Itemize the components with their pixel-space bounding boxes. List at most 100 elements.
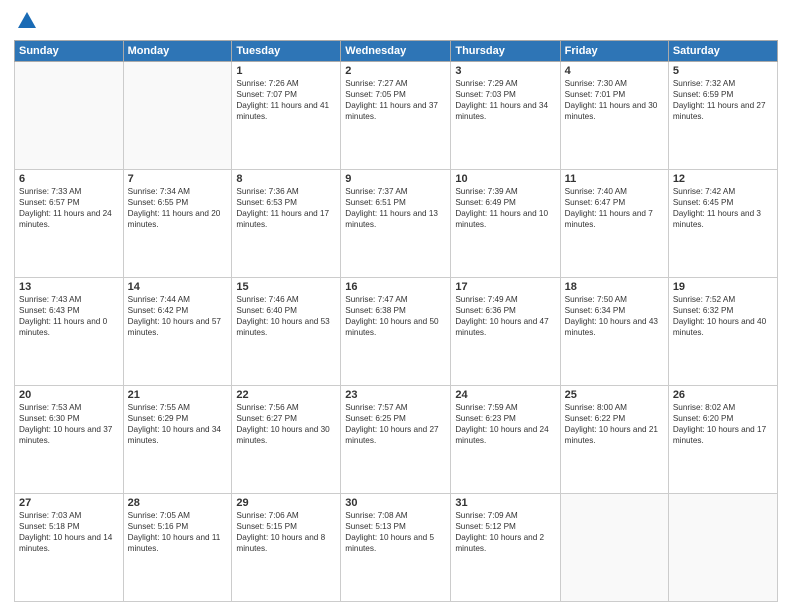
calendar-cell: 28Sunrise: 7:05 AM Sunset: 5:16 PM Dayli… — [123, 494, 232, 602]
day-info: Sunrise: 7:52 AM Sunset: 6:32 PM Dayligh… — [673, 294, 773, 338]
calendar-cell: 30Sunrise: 7:08 AM Sunset: 5:13 PM Dayli… — [341, 494, 451, 602]
day-info: Sunrise: 7:03 AM Sunset: 5:18 PM Dayligh… — [19, 510, 119, 554]
calendar-cell: 3Sunrise: 7:29 AM Sunset: 7:03 PM Daylig… — [451, 62, 560, 170]
day-info: Sunrise: 7:49 AM Sunset: 6:36 PM Dayligh… — [455, 294, 555, 338]
calendar-day-header: Sunday — [15, 41, 124, 62]
day-number: 8 — [236, 173, 336, 185]
day-info: Sunrise: 7:39 AM Sunset: 6:49 PM Dayligh… — [455, 186, 555, 230]
calendar-week-row: 6Sunrise: 7:33 AM Sunset: 6:57 PM Daylig… — [15, 170, 778, 278]
calendar-cell: 1Sunrise: 7:26 AM Sunset: 7:07 PM Daylig… — [232, 62, 341, 170]
day-number: 25 — [565, 389, 664, 401]
calendar-cell — [668, 494, 777, 602]
day-number: 6 — [19, 173, 119, 185]
day-info: Sunrise: 7:43 AM Sunset: 6:43 PM Dayligh… — [19, 294, 119, 338]
day-info: Sunrise: 7:36 AM Sunset: 6:53 PM Dayligh… — [236, 186, 336, 230]
calendar-cell: 12Sunrise: 7:42 AM Sunset: 6:45 PM Dayli… — [668, 170, 777, 278]
day-number: 31 — [455, 497, 555, 509]
day-number: 4 — [565, 65, 664, 77]
calendar-day-header: Thursday — [451, 41, 560, 62]
calendar-cell: 19Sunrise: 7:52 AM Sunset: 6:32 PM Dayli… — [668, 278, 777, 386]
day-number: 12 — [673, 173, 773, 185]
calendar-cell: 15Sunrise: 7:46 AM Sunset: 6:40 PM Dayli… — [232, 278, 341, 386]
calendar-cell — [123, 62, 232, 170]
day-number: 26 — [673, 389, 773, 401]
day-number: 18 — [565, 281, 664, 293]
calendar-cell: 13Sunrise: 7:43 AM Sunset: 6:43 PM Dayli… — [15, 278, 124, 386]
day-number: 19 — [673, 281, 773, 293]
calendar-cell — [15, 62, 124, 170]
day-number: 5 — [673, 65, 773, 77]
calendar-day-header: Tuesday — [232, 41, 341, 62]
day-info: Sunrise: 7:34 AM Sunset: 6:55 PM Dayligh… — [128, 186, 228, 230]
calendar-cell: 6Sunrise: 7:33 AM Sunset: 6:57 PM Daylig… — [15, 170, 124, 278]
day-info: Sunrise: 7:26 AM Sunset: 7:07 PM Dayligh… — [236, 78, 336, 122]
day-number: 9 — [345, 173, 446, 185]
day-number: 15 — [236, 281, 336, 293]
calendar-day-header: Friday — [560, 41, 668, 62]
calendar-cell: 16Sunrise: 7:47 AM Sunset: 6:38 PM Dayli… — [341, 278, 451, 386]
day-info: Sunrise: 7:59 AM Sunset: 6:23 PM Dayligh… — [455, 402, 555, 446]
day-info: Sunrise: 7:56 AM Sunset: 6:27 PM Dayligh… — [236, 402, 336, 446]
day-number: 3 — [455, 65, 555, 77]
calendar-cell: 8Sunrise: 7:36 AM Sunset: 6:53 PM Daylig… — [232, 170, 341, 278]
day-info: Sunrise: 7:05 AM Sunset: 5:16 PM Dayligh… — [128, 510, 228, 554]
day-info: Sunrise: 7:46 AM Sunset: 6:40 PM Dayligh… — [236, 294, 336, 338]
calendar-cell: 20Sunrise: 7:53 AM Sunset: 6:30 PM Dayli… — [15, 386, 124, 494]
day-number: 30 — [345, 497, 446, 509]
calendar-day-header: Wednesday — [341, 41, 451, 62]
logo-text — [14, 10, 40, 32]
day-number: 29 — [236, 497, 336, 509]
day-info: Sunrise: 7:06 AM Sunset: 5:15 PM Dayligh… — [236, 510, 336, 554]
page: SundayMondayTuesdayWednesdayThursdayFrid… — [0, 0, 792, 612]
day-info: Sunrise: 7:50 AM Sunset: 6:34 PM Dayligh… — [565, 294, 664, 338]
calendar-cell: 14Sunrise: 7:44 AM Sunset: 6:42 PM Dayli… — [123, 278, 232, 386]
calendar-cell: 21Sunrise: 7:55 AM Sunset: 6:29 PM Dayli… — [123, 386, 232, 494]
calendar-cell: 18Sunrise: 7:50 AM Sunset: 6:34 PM Dayli… — [560, 278, 668, 386]
day-number: 24 — [455, 389, 555, 401]
calendar-cell: 26Sunrise: 8:02 AM Sunset: 6:20 PM Dayli… — [668, 386, 777, 494]
day-number: 1 — [236, 65, 336, 77]
calendar-cell: 25Sunrise: 8:00 AM Sunset: 6:22 PM Dayli… — [560, 386, 668, 494]
calendar-cell: 31Sunrise: 7:09 AM Sunset: 5:12 PM Dayli… — [451, 494, 560, 602]
calendar-cell: 5Sunrise: 7:32 AM Sunset: 6:59 PM Daylig… — [668, 62, 777, 170]
day-number: 17 — [455, 281, 555, 293]
day-number: 21 — [128, 389, 228, 401]
day-info: Sunrise: 7:55 AM Sunset: 6:29 PM Dayligh… — [128, 402, 228, 446]
day-number: 28 — [128, 497, 228, 509]
day-info: Sunrise: 7:33 AM Sunset: 6:57 PM Dayligh… — [19, 186, 119, 230]
calendar-day-header: Monday — [123, 41, 232, 62]
day-number: 27 — [19, 497, 119, 509]
calendar-cell: 9Sunrise: 7:37 AM Sunset: 6:51 PM Daylig… — [341, 170, 451, 278]
day-number: 2 — [345, 65, 446, 77]
day-number: 22 — [236, 389, 336, 401]
day-number: 7 — [128, 173, 228, 185]
day-info: Sunrise: 7:40 AM Sunset: 6:47 PM Dayligh… — [565, 186, 664, 230]
day-info: Sunrise: 7:53 AM Sunset: 6:30 PM Dayligh… — [19, 402, 119, 446]
calendar-cell: 22Sunrise: 7:56 AM Sunset: 6:27 PM Dayli… — [232, 386, 341, 494]
day-info: Sunrise: 7:44 AM Sunset: 6:42 PM Dayligh… — [128, 294, 228, 338]
day-number: 14 — [128, 281, 228, 293]
calendar-cell: 27Sunrise: 7:03 AM Sunset: 5:18 PM Dayli… — [15, 494, 124, 602]
day-info: Sunrise: 7:30 AM Sunset: 7:01 PM Dayligh… — [565, 78, 664, 122]
calendar-cell: 4Sunrise: 7:30 AM Sunset: 7:01 PM Daylig… — [560, 62, 668, 170]
day-info: Sunrise: 7:37 AM Sunset: 6:51 PM Dayligh… — [345, 186, 446, 230]
day-info: Sunrise: 8:02 AM Sunset: 6:20 PM Dayligh… — [673, 402, 773, 446]
header — [14, 10, 778, 32]
calendar-header-row: SundayMondayTuesdayWednesdayThursdayFrid… — [15, 41, 778, 62]
calendar-cell: 24Sunrise: 7:59 AM Sunset: 6:23 PM Dayli… — [451, 386, 560, 494]
day-info: Sunrise: 7:32 AM Sunset: 6:59 PM Dayligh… — [673, 78, 773, 122]
day-info: Sunrise: 7:08 AM Sunset: 5:13 PM Dayligh… — [345, 510, 446, 554]
day-number: 16 — [345, 281, 446, 293]
calendar-week-row: 13Sunrise: 7:43 AM Sunset: 6:43 PM Dayli… — [15, 278, 778, 386]
calendar-week-row: 20Sunrise: 7:53 AM Sunset: 6:30 PM Dayli… — [15, 386, 778, 494]
day-info: Sunrise: 7:42 AM Sunset: 6:45 PM Dayligh… — [673, 186, 773, 230]
day-info: Sunrise: 7:09 AM Sunset: 5:12 PM Dayligh… — [455, 510, 555, 554]
day-number: 23 — [345, 389, 446, 401]
calendar-week-row: 1Sunrise: 7:26 AM Sunset: 7:07 PM Daylig… — [15, 62, 778, 170]
day-info: Sunrise: 7:57 AM Sunset: 6:25 PM Dayligh… — [345, 402, 446, 446]
day-number: 13 — [19, 281, 119, 293]
calendar-cell: 2Sunrise: 7:27 AM Sunset: 7:05 PM Daylig… — [341, 62, 451, 170]
day-info: Sunrise: 7:29 AM Sunset: 7:03 PM Dayligh… — [455, 78, 555, 122]
day-number: 11 — [565, 173, 664, 185]
day-info: Sunrise: 8:00 AM Sunset: 6:22 PM Dayligh… — [565, 402, 664, 446]
